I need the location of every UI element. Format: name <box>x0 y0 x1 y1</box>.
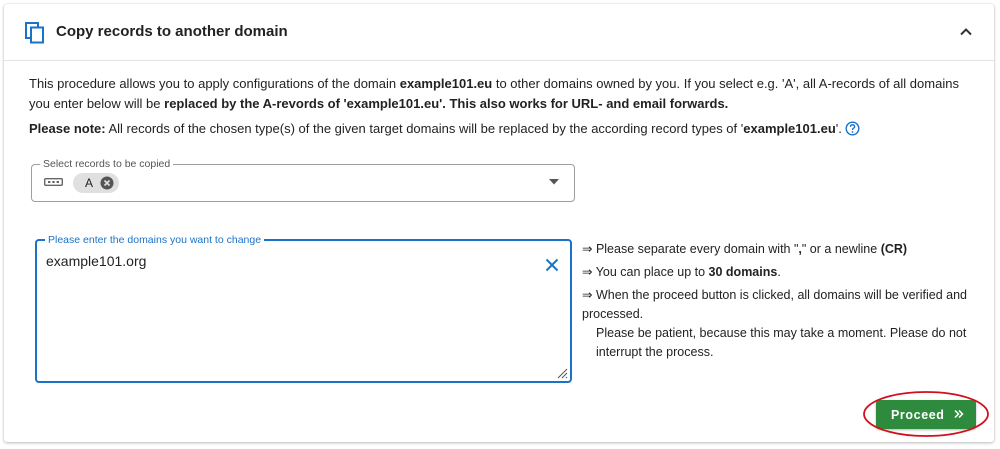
domain-hints: ⇒ Please separate every domain with "," … <box>582 240 982 366</box>
record-type-select[interactable]: Select records to be copied A <box>31 158 575 202</box>
proceed-button[interactable]: Proceed <box>876 400 976 429</box>
note-paragraph: Please note: All records of the chosen t… <box>29 119 974 139</box>
help-icon[interactable] <box>845 121 860 136</box>
resize-handle-icon[interactable] <box>556 367 568 379</box>
proceed-button-label: Proceed <box>891 408 945 422</box>
copy-icon <box>25 22 44 44</box>
chevron-up-icon[interactable] <box>958 24 974 40</box>
hint-processing: ⇒ When the proceed button is clicked, al… <box>582 288 967 321</box>
record-chip-a: A <box>73 173 119 193</box>
hint-limit: ⇒ You can place up to 30 domains. <box>582 265 781 279</box>
domains-textarea[interactable]: Please enter the domains you want to cha… <box>35 234 572 383</box>
domains-input-label: Please enter the domains you want to cha… <box>45 234 265 246</box>
panel-header[interactable]: Copy records to another domain <box>4 4 994 61</box>
clear-icon[interactable] <box>545 258 559 272</box>
dropdown-arrow-icon[interactable] <box>549 179 559 185</box>
hint-patience: Please be patient, because this may take… <box>596 326 967 359</box>
double-chevron-right-icon <box>954 409 964 419</box>
chip-remove-icon[interactable] <box>100 176 114 190</box>
records-icon <box>44 178 63 186</box>
chip-label: A <box>85 176 94 190</box>
intro-paragraph: This procedure allows you to apply confi… <box>29 76 959 111</box>
hint-separator: ⇒ Please separate every domain with "," … <box>582 242 908 256</box>
record-select-label: Select records to be copied <box>40 158 174 170</box>
domains-input-value[interactable]: example101.org <box>46 253 146 269</box>
panel-title: Copy records to another domain <box>56 23 288 40</box>
copy-records-panel: Copy records to another domain This proc… <box>4 4 994 442</box>
